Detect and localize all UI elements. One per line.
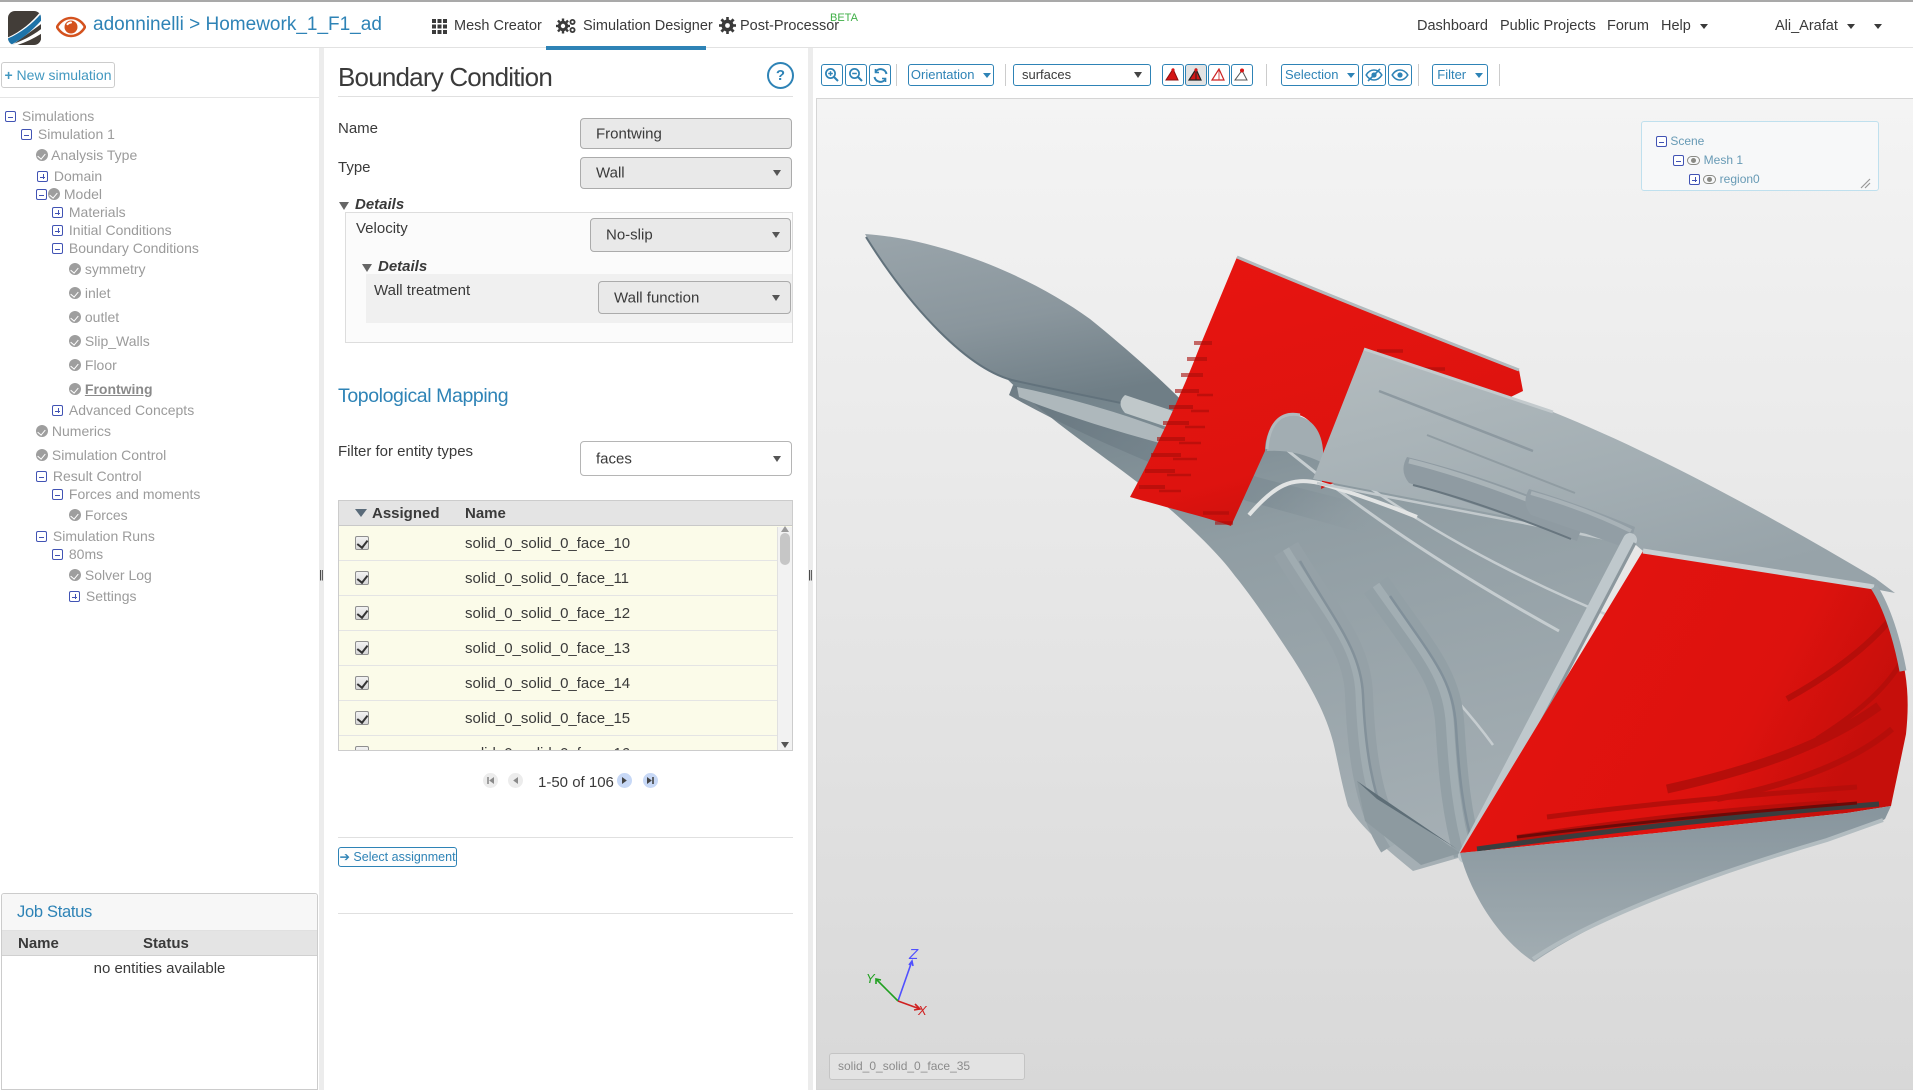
svg-text:Z: Z xyxy=(908,946,919,963)
svg-text:X: X xyxy=(917,1003,928,1018)
svg-text:Y: Y xyxy=(866,971,876,986)
